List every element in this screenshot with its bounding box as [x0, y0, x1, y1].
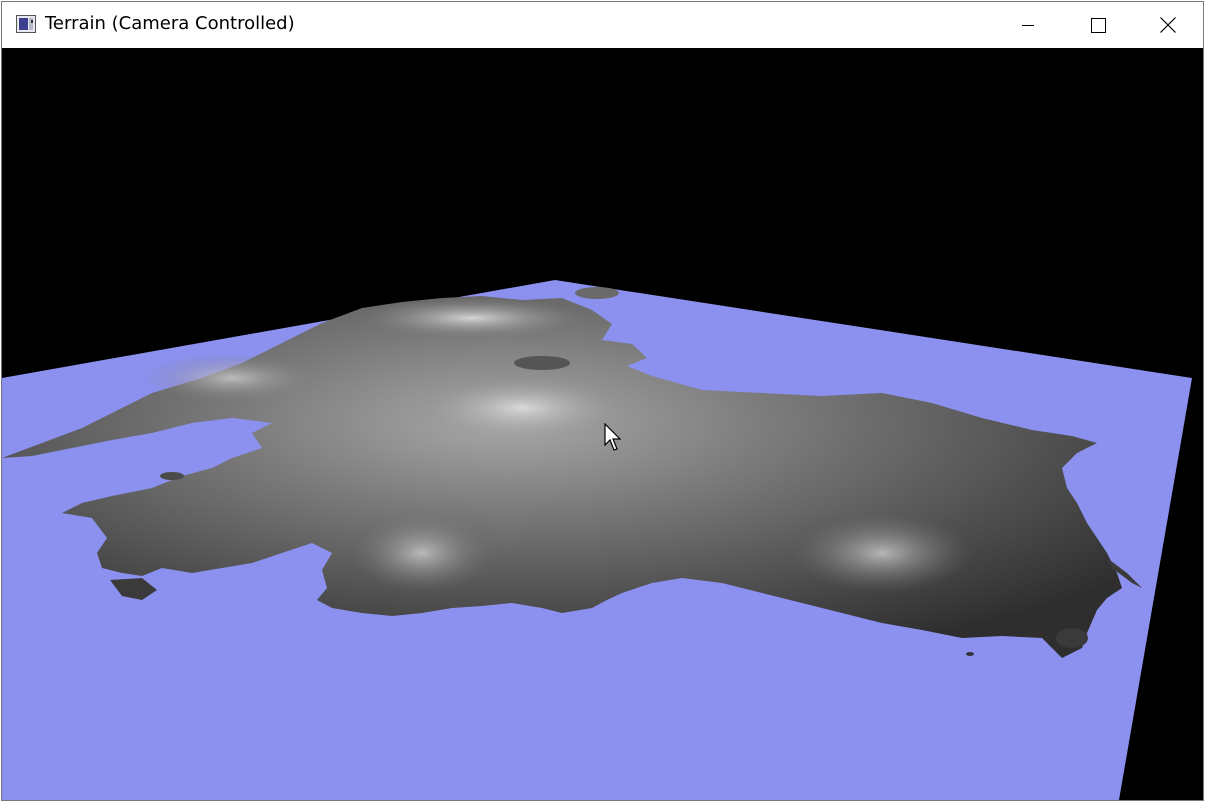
app-window: Terrain (Camera Controlled) [1, 1, 1204, 801]
maximize-icon [1090, 17, 1106, 33]
render-viewport[interactable] [2, 48, 1203, 800]
terrain-island [160, 472, 184, 480]
terrain-island [1056, 628, 1088, 648]
close-icon [1160, 17, 1176, 33]
window-title: Terrain (Camera Controlled) [45, 13, 295, 34]
terrain-island [514, 356, 570, 370]
terrain-scene [2, 280, 1192, 800]
terrain-island [575, 287, 619, 299]
mouse-cursor-icon [604, 423, 622, 451]
close-button[interactable] [1133, 2, 1203, 48]
maximize-button[interactable] [1063, 2, 1133, 48]
title-bar[interactable]: Terrain (Camera Controlled) [2, 2, 1203, 48]
minimize-icon [1022, 25, 1034, 26]
minimize-button[interactable] [993, 2, 1063, 48]
app-window-icon[interactable] [16, 15, 36, 33]
terrain-island [966, 652, 974, 656]
